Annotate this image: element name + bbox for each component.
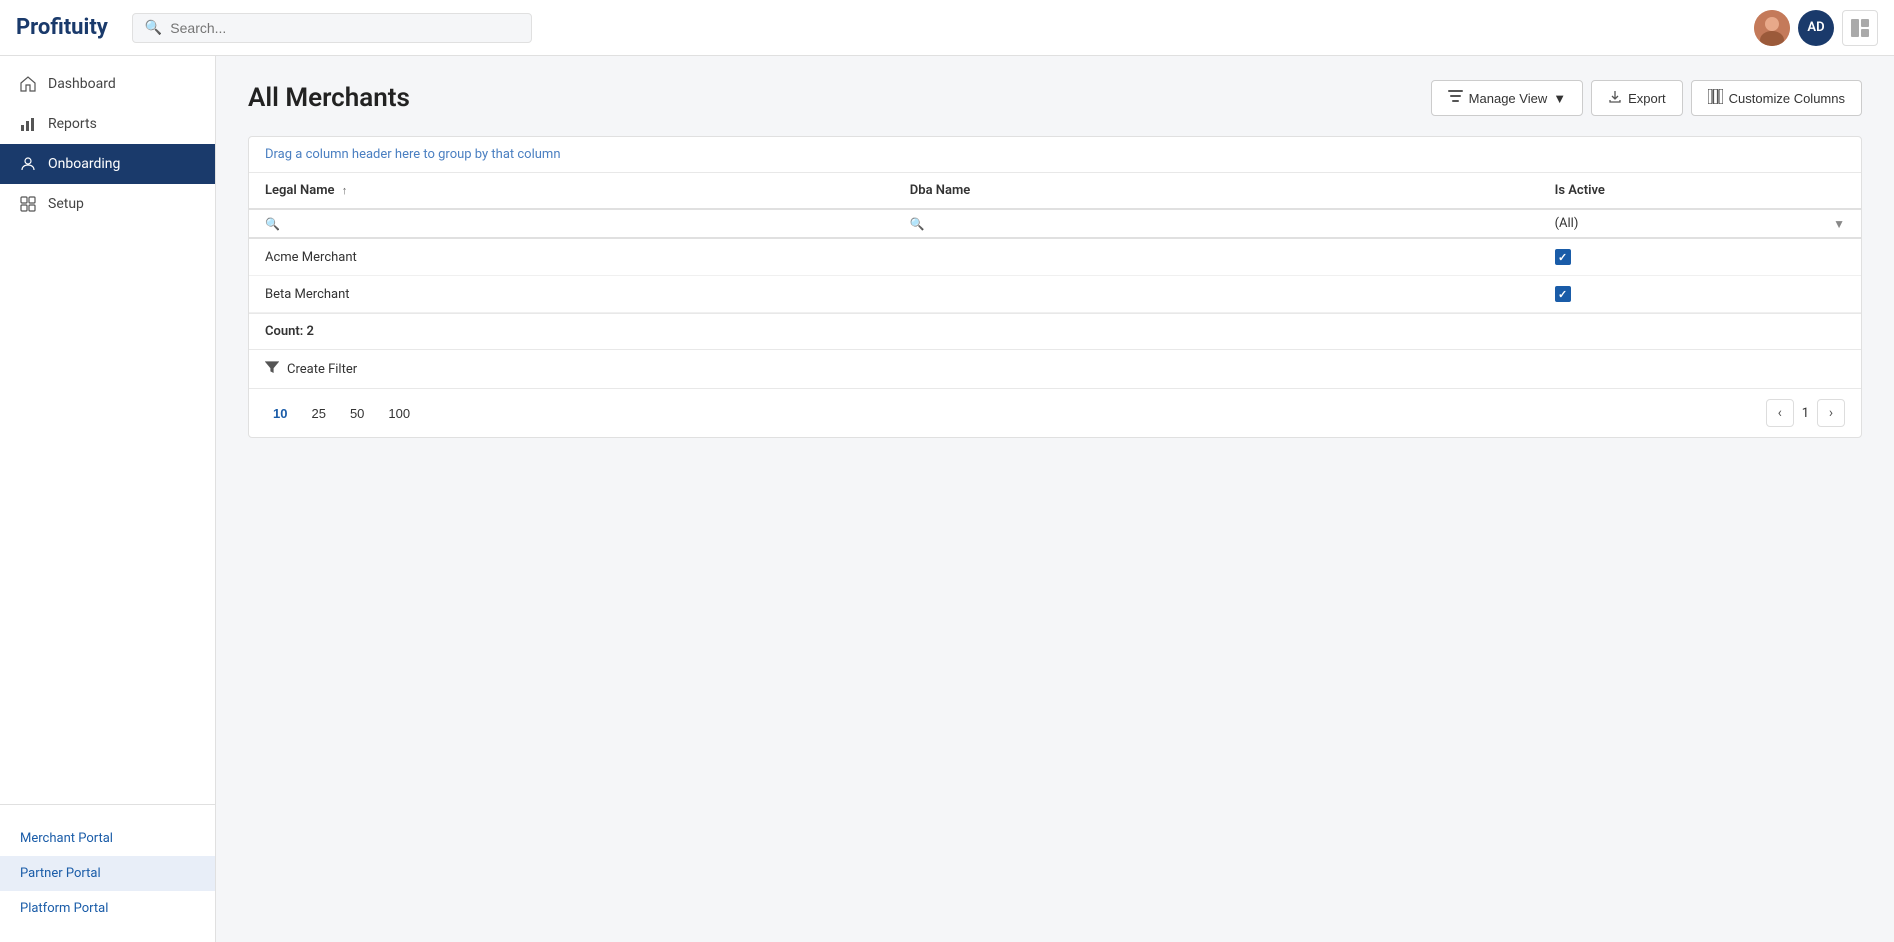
bar-chart-icon xyxy=(20,116,36,132)
avatar-initials[interactable]: AD xyxy=(1798,10,1834,46)
drag-hint: Drag a column header here to group by th… xyxy=(249,137,1861,173)
export-label: Export xyxy=(1628,91,1666,106)
page-size-100[interactable]: 100 xyxy=(380,403,418,424)
table-container: Drag a column header here to group by th… xyxy=(248,136,1862,438)
app-logo: Profituity xyxy=(16,15,108,40)
filter-caret-icon: ▼ xyxy=(1833,217,1845,231)
filter-all-label: (All) xyxy=(1555,216,1579,231)
sort-asc-icon: ↑ xyxy=(342,184,348,197)
avatar-photo[interactable] xyxy=(1754,10,1790,46)
filter-is-active[interactable]: (All) ▼ xyxy=(1539,209,1861,238)
filter-dba-name[interactable]: 🔍 xyxy=(894,209,1539,238)
home-icon xyxy=(20,76,36,92)
search-input[interactable] xyxy=(170,20,519,36)
cell-is-active xyxy=(1539,276,1861,313)
filter-input-legal-name[interactable] xyxy=(284,216,878,231)
sidebar-item-onboarding[interactable]: Onboarding xyxy=(0,144,215,184)
header-right: AD xyxy=(1754,10,1878,46)
sidebar: Dashboard Reports xyxy=(0,56,216,942)
top-header: Profituity 🔍 AD xyxy=(0,0,1894,56)
panel-toggle-icon[interactable] xyxy=(1842,10,1878,46)
sidebar-bottom-merchant-portal[interactable]: Merchant Portal xyxy=(0,821,215,856)
page-title: All Merchants xyxy=(248,83,410,113)
sidebar-bottom-partner-portal[interactable]: Partner Portal xyxy=(0,856,215,891)
col-header-dba-name[interactable]: Dba Name xyxy=(894,173,1539,209)
cell-is-active xyxy=(1539,238,1861,276)
page-sizes: 10 25 50 100 xyxy=(265,403,418,424)
legal-name-label: Legal Name xyxy=(265,183,334,198)
customize-columns-button[interactable]: Customize Columns xyxy=(1691,80,1862,116)
filter-search-icon-dba: 🔍 xyxy=(910,217,925,231)
table-row[interactable]: Acme Merchant xyxy=(249,238,1861,276)
page-controls: ‹ 1 › xyxy=(1766,399,1845,427)
prev-page-button[interactable]: ‹ xyxy=(1766,399,1794,427)
user-icon xyxy=(20,156,36,172)
col-header-is-active[interactable]: Is Active xyxy=(1539,173,1861,209)
customize-columns-icon xyxy=(1708,89,1723,107)
manage-view-label: Manage View xyxy=(1469,91,1548,106)
cell-legal-name: Acme Merchant xyxy=(249,238,894,276)
create-filter-label[interactable]: Create Filter xyxy=(287,362,357,377)
grid-icon xyxy=(20,196,36,212)
table-header-row: Legal Name ↑ Dba Name Is Active xyxy=(249,173,1861,209)
export-button[interactable]: Export xyxy=(1591,80,1683,116)
sidebar-label-dashboard: Dashboard xyxy=(48,76,116,92)
manage-view-button[interactable]: Manage View ▼ xyxy=(1431,80,1583,116)
active-checkbox[interactable] xyxy=(1555,286,1571,302)
filter-funnel-icon xyxy=(265,360,279,378)
sidebar-item-dashboard[interactable]: Dashboard xyxy=(0,64,215,104)
filter-input-dba-name[interactable] xyxy=(929,216,1523,231)
sidebar-bottom-platform-portal[interactable]: Platform Portal xyxy=(0,891,215,926)
filter-bar: Create Filter xyxy=(249,350,1861,389)
sidebar-label-onboarding: Onboarding xyxy=(48,156,120,172)
next-page-button[interactable]: › xyxy=(1817,399,1845,427)
manage-view-icon xyxy=(1448,89,1463,107)
customize-columns-label: Customize Columns xyxy=(1729,91,1845,106)
body-layout: Dashboard Reports xyxy=(0,56,1894,942)
table-filter-row: 🔍 🔍 (All) xyxy=(249,209,1861,238)
count-row: Count: 2 xyxy=(249,313,1861,350)
cell-legal-name: Beta Merchant xyxy=(249,276,894,313)
table-row[interactable]: Beta Merchant xyxy=(249,276,1861,313)
dba-name-label: Dba Name xyxy=(910,183,970,198)
manage-view-caret: ▼ xyxy=(1553,91,1566,106)
page-size-50[interactable]: 50 xyxy=(342,403,372,424)
pagination-row: 10 25 50 100 ‹ 1 › xyxy=(249,389,1861,437)
sidebar-item-reports[interactable]: Reports xyxy=(0,104,215,144)
is-active-label: Is Active xyxy=(1555,183,1605,198)
current-page: 1 xyxy=(1802,406,1809,421)
cell-dba-name xyxy=(894,276,1539,313)
search-bar[interactable]: 🔍 xyxy=(132,13,532,43)
search-icon: 🔍 xyxy=(145,20,162,36)
export-icon xyxy=(1608,90,1622,107)
page-header: All Merchants Manage View ▼ xyxy=(248,80,1862,116)
toolbar-buttons: Manage View ▼ Export xyxy=(1431,80,1862,116)
filter-search-icon-legal: 🔍 xyxy=(265,217,280,231)
page-size-10[interactable]: 10 xyxy=(265,403,295,424)
sidebar-label-setup: Setup xyxy=(48,196,84,212)
active-checkbox[interactable] xyxy=(1555,249,1571,265)
sidebar-nav: Dashboard Reports xyxy=(0,56,215,804)
sidebar-bottom: Merchant Portal Partner Portal Platform … xyxy=(0,804,215,942)
cell-dba-name xyxy=(894,238,1539,276)
page-size-25[interactable]: 25 xyxy=(303,403,333,424)
main-content: All Merchants Manage View ▼ xyxy=(216,56,1894,942)
sidebar-label-reports: Reports xyxy=(48,116,97,132)
merchants-table: Legal Name ↑ Dba Name Is Active xyxy=(249,173,1861,313)
col-header-legal-name[interactable]: Legal Name ↑ xyxy=(249,173,894,209)
filter-legal-name[interactable]: 🔍 xyxy=(249,209,894,238)
sidebar-item-setup[interactable]: Setup xyxy=(0,184,215,224)
